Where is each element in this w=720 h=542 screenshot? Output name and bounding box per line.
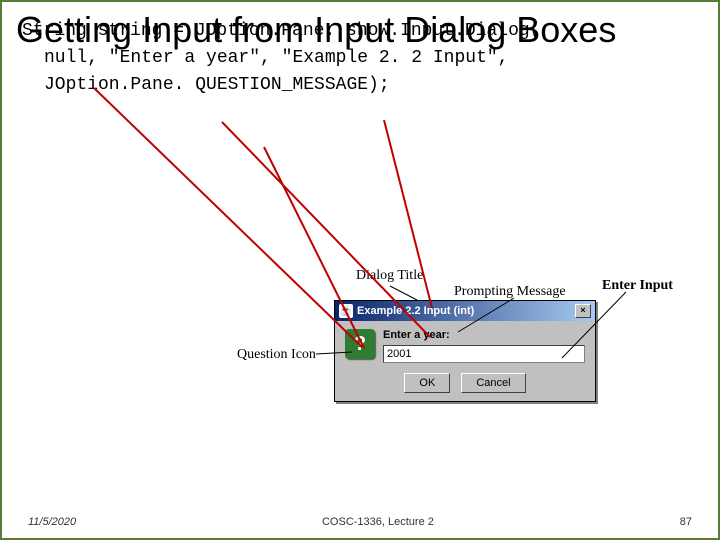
slide-container: Getting Input from Input Dialog Boxes St… xyxy=(0,0,720,540)
page-title: Getting Input from Input Dialog Boxes xyxy=(16,10,718,50)
java-icon: ☕ xyxy=(339,304,353,318)
footer-date: 11/5/2020 xyxy=(28,516,76,528)
label-prompting-message: Prompting Message xyxy=(454,284,566,300)
dialog-prompt: Enter a year: xyxy=(383,329,585,341)
year-input[interactable] xyxy=(383,345,585,363)
dialog-titlebar[interactable]: ☕ Example 2.2 Input (int) × xyxy=(335,301,595,321)
dialog-title-text: Example 2.2 Input (int) xyxy=(357,305,474,317)
code-line-3: JOption.Pane. QUESTION_MESSAGE); xyxy=(44,72,718,99)
question-icon: ? xyxy=(345,329,375,359)
label-enter-input: Enter Input xyxy=(602,278,673,294)
close-icon[interactable]: × xyxy=(575,304,591,318)
slide-footer: 11/5/2020 COSC-1336, Lecture 2 87 xyxy=(2,516,718,528)
footer-center: COSC-1336, Lecture 2 xyxy=(76,516,680,528)
footer-page: 87 xyxy=(680,516,692,528)
label-question-icon: Question Icon xyxy=(237,347,316,363)
label-dialog-title: Dialog Title xyxy=(356,268,423,284)
cancel-button[interactable]: Cancel xyxy=(461,373,525,393)
dialog-button-row: OK Cancel xyxy=(335,373,595,401)
input-dialog: ☕ Example 2.2 Input (int) × ? Enter a ye… xyxy=(334,300,596,402)
ok-button[interactable]: OK xyxy=(404,373,450,393)
dialog-body: ? Enter a year: xyxy=(335,321,595,373)
